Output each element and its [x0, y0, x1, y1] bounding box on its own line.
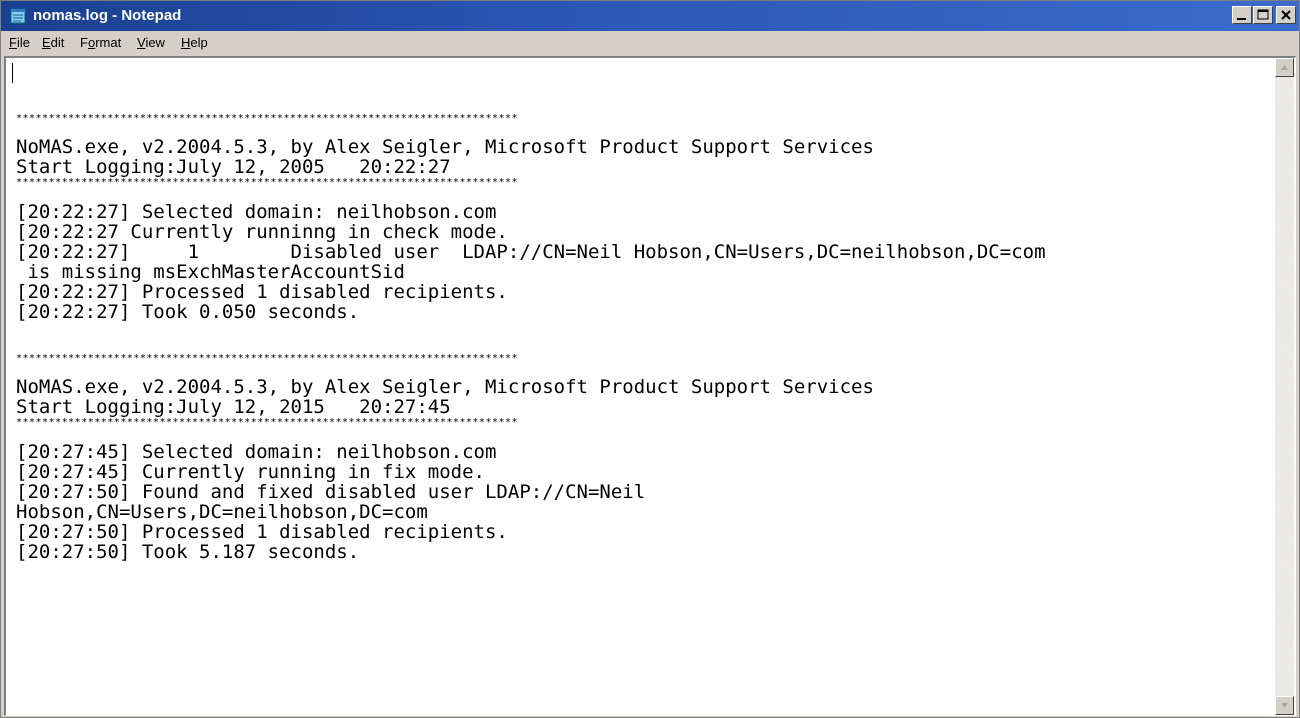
- log-line-separator: ****************************************…: [16, 353, 519, 364]
- minimize-button[interactable]: [1232, 6, 1252, 24]
- log-line: [20:22:27] Processed 1 disabled recipien…: [16, 281, 508, 303]
- text-caret: [12, 63, 13, 83]
- log-line-start: Start Logging:July 12, 2005 20:22:27: [16, 156, 451, 178]
- scroll-up-arrow-icon: [1281, 65, 1288, 70]
- log-line-separator: ****************************************…: [16, 113, 519, 124]
- menu-view[interactable]: View: [137, 34, 165, 52]
- maximize-icon: [1257, 9, 1269, 20]
- menu-help[interactable]: Help: [181, 34, 208, 52]
- close-icon: [1281, 10, 1291, 20]
- log-line: [20:22:27] Took 0.050 seconds.: [16, 301, 360, 323]
- window-title: nomas.log - Notepad: [33, 7, 182, 24]
- menu-mnemonic: F: [9, 35, 17, 50]
- menu-mnemonic: E: [42, 35, 51, 50]
- menu-edit[interactable]: Edit: [42, 34, 64, 52]
- scroll-up-button[interactable]: [1275, 58, 1294, 77]
- menu-bar: File Edit Format View Help: [1, 31, 1299, 55]
- title-bar[interactable]: nomas.log - Notepad: [1, 1, 1299, 31]
- scroll-down-button[interactable]: [1275, 696, 1294, 715]
- log-line: [20:27:45] Currently running in fix mode…: [16, 461, 485, 483]
- menu-file[interactable]: File: [9, 34, 30, 52]
- log-line: [20:22:27 Currently runninng in check mo…: [16, 221, 508, 243]
- log-line-header: NoMAS.exe, v2.2004.5.3, by Alex Seigler,…: [16, 136, 874, 158]
- minimize-icon: [1237, 18, 1246, 20]
- log-line: [20:27:50] Processed 1 disabled recipien…: [16, 521, 508, 543]
- log-line: [20:22:27] 1 Disabled user LDAP://CN=Nei…: [16, 241, 1046, 263]
- log-line: [20:27:50] Found and fixed disabled user…: [16, 481, 646, 503]
- log-line: is missing msExchMasterAccountSid: [16, 261, 405, 283]
- log-line: [20:22:27] Selected domain: neilhobson.c…: [16, 201, 497, 223]
- log-line: [20:27:45] Selected domain: neilhobson.c…: [16, 441, 497, 463]
- menu-format[interactable]: Format: [80, 34, 121, 52]
- menu-mnemonic: o: [87, 35, 96, 50]
- maximize-button[interactable]: [1253, 6, 1273, 24]
- menu-mnemonic: H: [181, 35, 191, 50]
- close-button[interactable]: [1276, 6, 1296, 24]
- scroll-down-arrow-icon: [1281, 703, 1288, 708]
- log-line-separator: ****************************************…: [16, 417, 519, 428]
- log-line-separator: ****************************************…: [16, 177, 519, 188]
- log-line-start: Start Logging:July 12, 2015 20:27:45: [16, 396, 451, 418]
- log-line-header: NoMAS.exe, v2.2004.5.3, by Alex Seigler,…: [16, 376, 874, 398]
- text-editor[interactable]: ****************************************…: [6, 58, 1275, 715]
- editor-frame: ****************************************…: [4, 56, 1296, 716]
- notepad-icon[interactable]: [9, 7, 27, 25]
- menu-mnemonic: V: [137, 35, 146, 50]
- log-line: Hobson,CN=Users,DC=neilhobson,DC=com: [16, 501, 428, 523]
- notepad-window: nomas.log - Notepad File Edit Format Vie…: [0, 0, 1300, 718]
- log-line: [20:27:50] Took 5.187 seconds.: [16, 541, 360, 563]
- vertical-scrollbar[interactable]: [1275, 58, 1294, 715]
